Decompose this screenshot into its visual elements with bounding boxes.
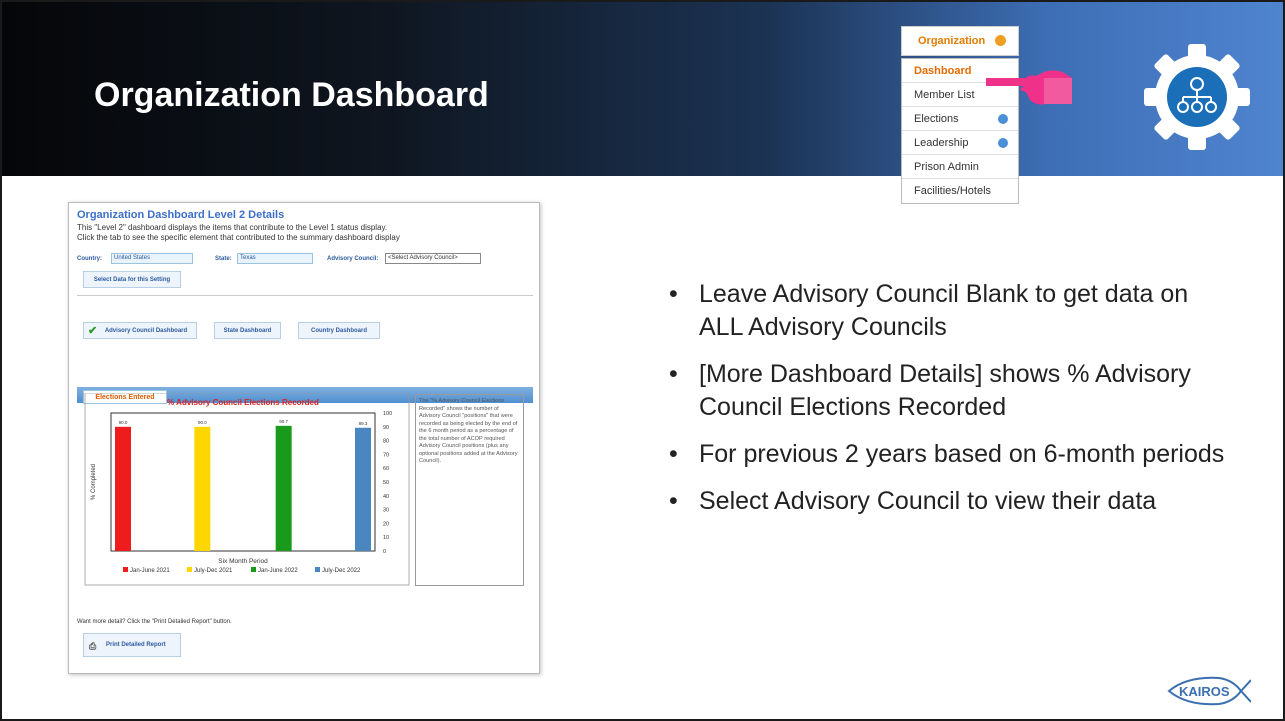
bullet-list: Leave Advisory Council Blank to get data… [657, 278, 1237, 532]
y-tick-label: 30 [383, 508, 389, 514]
print-note: Want more detail? Click the "Print Detai… [77, 619, 232, 625]
select-data-button[interactable]: Select Data for this Setting [83, 271, 181, 288]
state-label: State: [215, 256, 232, 262]
y-tick-label: 100 [383, 411, 392, 417]
page-title: Organization Dashboard [94, 76, 489, 114]
chart-description: The "% Advisory Council Elections Record… [415, 394, 524, 586]
svg-text:KAIROS: KAIROS [1179, 684, 1230, 699]
legend-label: July-Dec 2021 [194, 568, 233, 574]
bar-value-label: 90.0 [119, 420, 128, 425]
printer-icon: ⎙ [89, 641, 97, 651]
elections-chart: % Advisory Council Elections Recorded 0 10… [84, 393, 410, 586]
legend-label: Jan-June 2021 [130, 568, 170, 574]
legend-label: July-Dec 2022 [322, 568, 361, 574]
chart-bar [115, 426, 131, 551]
country-label: Country: [77, 256, 102, 262]
chart-bar [275, 425, 292, 551]
submenu-arrow-icon [998, 114, 1008, 124]
chart-bar [355, 427, 371, 551]
chevron-down-icon [995, 35, 1006, 46]
gear-org-chart-icon [1144, 44, 1250, 150]
y-tick-label: 40 [383, 494, 389, 500]
nav-item-label: Dashboard [914, 65, 972, 77]
nav-item-label: Member List [914, 89, 975, 101]
y-tick-label: 20 [383, 521, 389, 527]
nav-item-facilities[interactable]: Facilities/Hotels [902, 179, 1018, 203]
advisory-council-dashboard-button[interactable]: ✔ Advisory Council Dashboard [83, 322, 197, 339]
y-tick-label: 90 [383, 425, 389, 431]
pointing-hand-icon [986, 70, 1072, 105]
header-banner: Organization Dashboard [2, 2, 1283, 176]
bullet-item: For previous 2 years based on 6-month pe… [657, 438, 1237, 471]
nav-item-label: Facilities/Hotels [914, 185, 992, 197]
y-tick-label: 10 [383, 535, 389, 541]
nav-top-label: Organization [918, 35, 986, 47]
nav-item-label: Leadership [914, 137, 969, 149]
y-tick-label: 80 [383, 439, 389, 445]
kairos-logo: KAIROS [1167, 676, 1251, 706]
nav-item-leadership[interactable]: Leadership [902, 131, 1018, 155]
chart-title: % Advisory Council Elections Recorded [167, 398, 319, 407]
legend-swatch [315, 567, 320, 572]
country-field[interactable]: United States [111, 253, 193, 264]
bar-value-label: 90.0 [198, 420, 207, 425]
country-dashboard-button[interactable]: Country Dashboard [298, 322, 380, 339]
slide: Organization Dashboard Organization Dash… [0, 0, 1285, 721]
bullet-item: [More Dashboard Details] shows % Advisor… [657, 358, 1237, 424]
legend-swatch [187, 567, 192, 572]
submenu-arrow-icon [998, 138, 1008, 148]
button-label: Advisory Council Dashboard [104, 328, 188, 334]
x-axis-label: Six Month Period [218, 558, 268, 565]
nav-item-label: Prison Admin [914, 161, 979, 173]
y-tick-label: 60 [383, 466, 389, 472]
legend-swatch [123, 567, 128, 572]
nav-item-label: Elections [914, 113, 959, 125]
bullet-item: Leave Advisory Council Blank to get data… [657, 278, 1237, 344]
screenshot-heading: Organization Dashboard Level 2 Details [77, 209, 285, 221]
bar-value-label: 89.3 [359, 421, 368, 426]
screenshot-line-1: This "Level 2" dashboard displays the it… [77, 223, 388, 232]
checkmark-icon: ✔ [88, 325, 98, 337]
y-tick-label: 70 [383, 452, 389, 458]
council-label: Advisory Council: [327, 256, 379, 262]
legend-label: Jan-June 2022 [258, 568, 298, 574]
bar-value-label: 90.7 [279, 419, 288, 424]
nav-item-elections[interactable]: Elections [902, 107, 1018, 131]
button-label: Print Detailed Report [106, 642, 166, 648]
dashboard-screenshot: Organization Dashboard Level 2 Details T… [68, 202, 540, 674]
screenshot-line-2: Click the tab to see the specific elemen… [77, 233, 400, 242]
y-tick-label: 50 [383, 480, 389, 486]
nav-item-prison-admin[interactable]: Prison Admin [902, 155, 1018, 179]
legend-swatch [251, 567, 256, 572]
plot-area [110, 412, 376, 552]
nav-top-tab[interactable]: Organization [901, 26, 1019, 56]
state-field[interactable]: Texas [237, 253, 313, 264]
y-axis-label: % Completed [91, 464, 97, 500]
chart-bar [194, 426, 211, 551]
print-report-button[interactable]: ⎙ Print Detailed Report [83, 633, 181, 657]
state-dashboard-button[interactable]: State Dashboard [214, 322, 281, 339]
divider [77, 295, 533, 296]
bullet-item: Select Advisory Council to view their da… [657, 485, 1237, 518]
council-select[interactable]: <Select Advisory Council> [385, 253, 481, 264]
y-tick-label: 0 [383, 549, 386, 555]
